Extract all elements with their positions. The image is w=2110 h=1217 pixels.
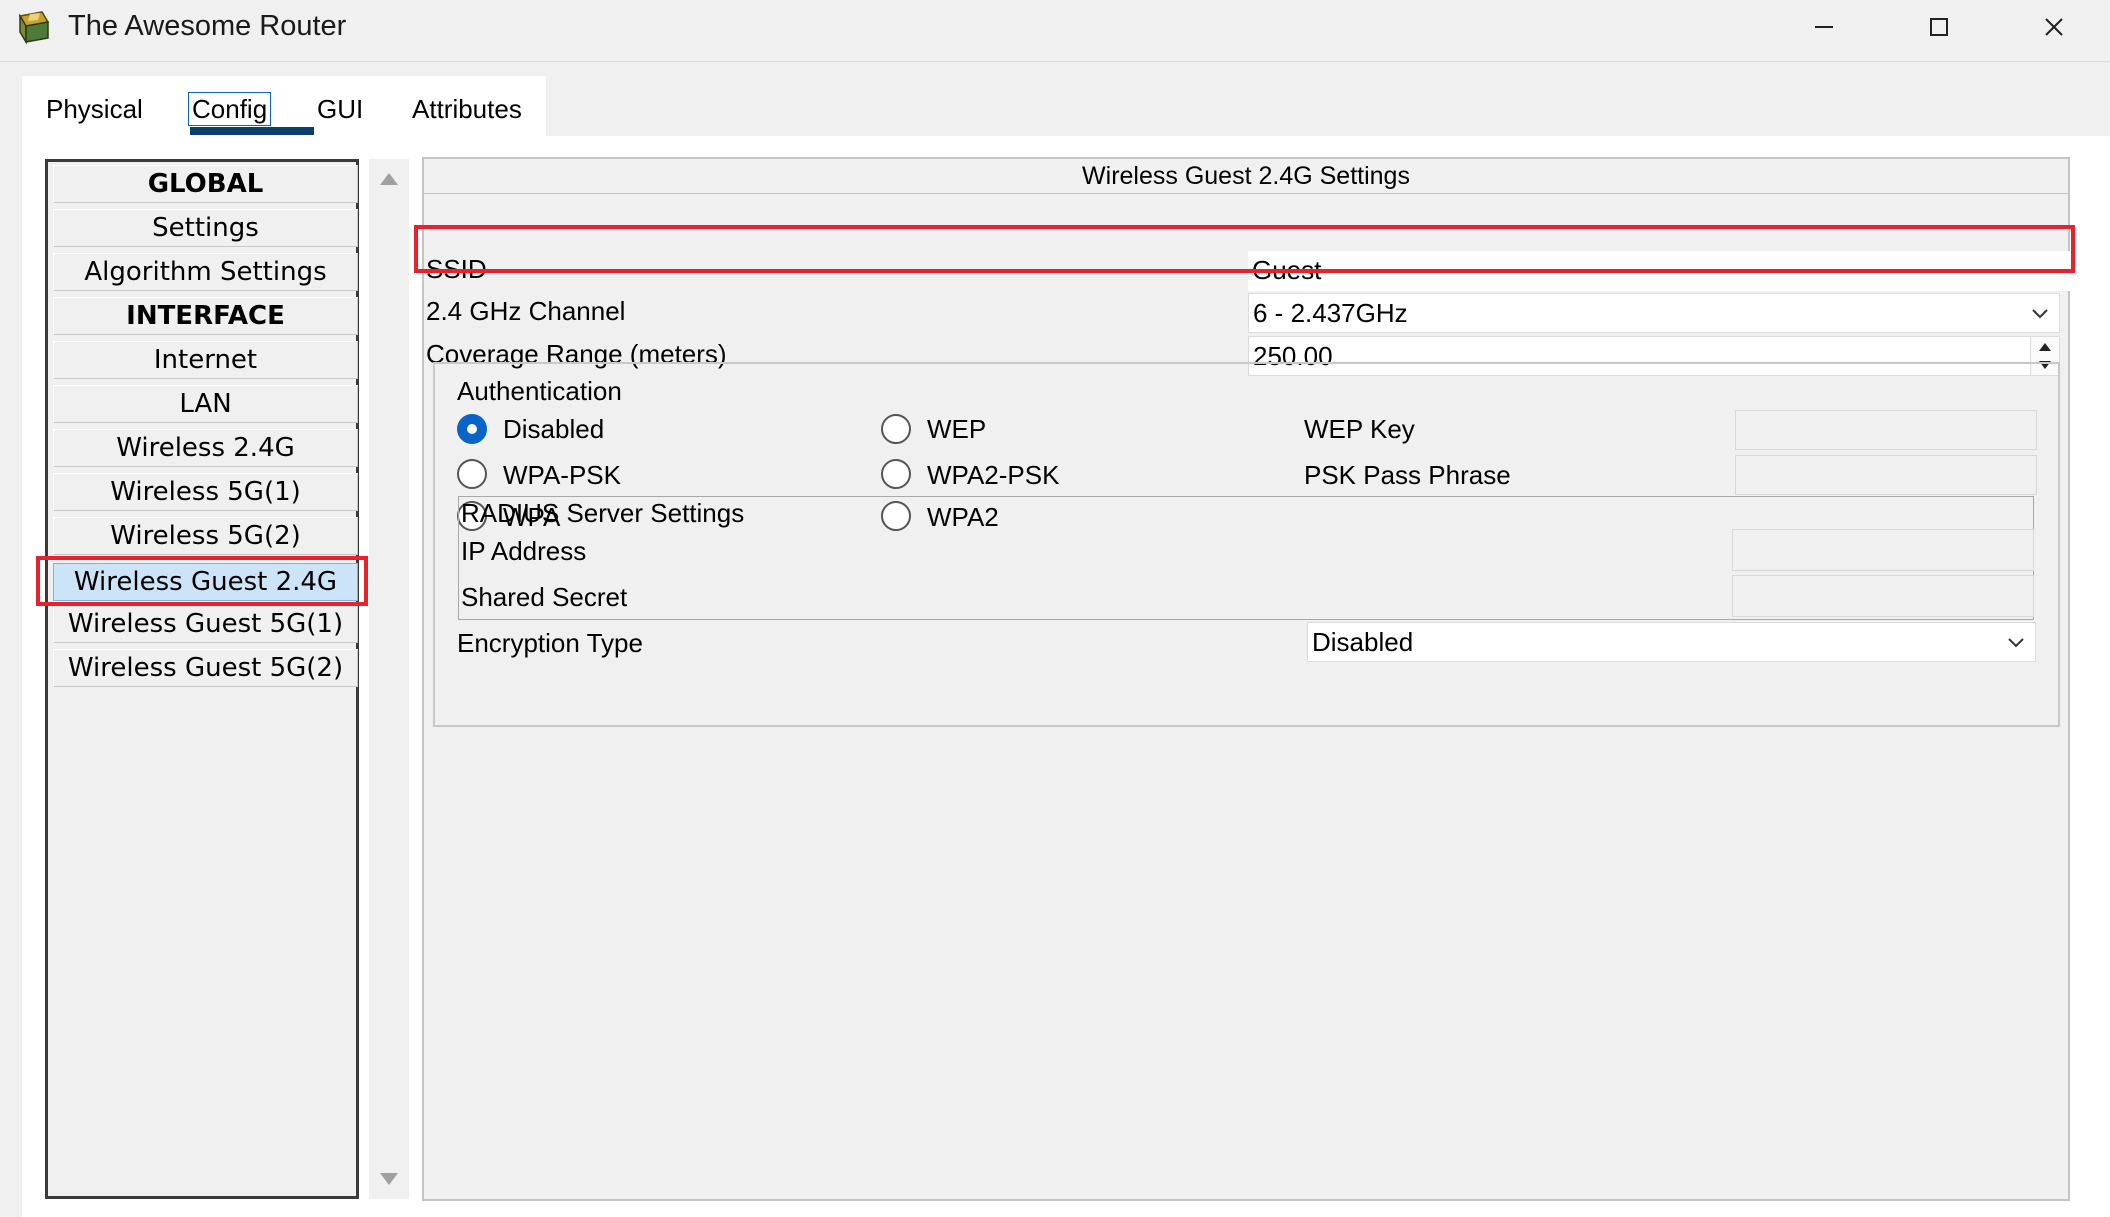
encryption-type-label: Encryption Type: [457, 628, 643, 658]
tab-strip: Physical Config GUI Attributes: [22, 76, 546, 136]
shared-secret-label: Shared Secret: [461, 582, 628, 612]
list-item-settings[interactable]: Settings: [53, 209, 358, 247]
list-item-wireless-guest-5g-1[interactable]: Wireless Guest 5G(1): [53, 605, 358, 643]
active-tab-indicator: [190, 127, 314, 135]
window-title: The Awesome Router: [68, 10, 347, 42]
ip-address-input[interactable]: [1732, 529, 2034, 571]
list-header-interface: INTERFACE: [53, 297, 358, 335]
radio-wep[interactable]: [881, 414, 911, 444]
encryption-type-select[interactable]: Disabled: [1307, 622, 2036, 662]
radio-disabled[interactable]: [457, 414, 487, 444]
tab-config-label: Config: [187, 92, 272, 126]
channel-label: 2.4 GHz Channel: [426, 296, 626, 326]
ssid-label: SSID: [426, 254, 487, 284]
tab-attributes-label: Attributes: [412, 94, 522, 124]
close-icon: [2044, 18, 2063, 36]
radio-wpa2-psk-label: WPA2-PSK: [927, 460, 1060, 490]
wep-key-input[interactable]: [1735, 410, 2037, 450]
ssid-input[interactable]: Guest: [1248, 251, 2070, 291]
tab-gui[interactable]: GUI: [317, 94, 363, 125]
radio-disabled-label: Disabled: [503, 414, 605, 444]
minimize-icon: [1814, 26, 1833, 28]
router-app-icon: [18, 11, 50, 45]
list-item-wireless-guest-5g-2[interactable]: Wireless Guest 5G(2): [53, 649, 358, 687]
list-item-internet[interactable]: Internet: [53, 341, 358, 379]
list-item-algorithm-settings[interactable]: Algorithm Settings: [53, 253, 358, 291]
scroll-up-icon[interactable]: [380, 173, 398, 185]
authentication-group: Authentication Disabled WEP WEP Key WPA-…: [433, 362, 2060, 727]
panel-title: Wireless Guest 2.4G Settings: [424, 159, 2068, 194]
radio-wpa2-psk[interactable]: [881, 459, 911, 489]
list-item-wireless-guest-2-4g[interactable]: Wireless Guest 2.4G: [53, 563, 358, 601]
list-header-global: GLOBAL: [53, 165, 358, 203]
interface-list: GLOBAL Settings Algorithm Settings INTER…: [45, 159, 359, 1199]
list-scrollbar[interactable]: [369, 159, 409, 1199]
radius-heading: RADIUS Server Settings: [461, 498, 745, 528]
list-item-wireless-5g-1[interactable]: Wireless 5G(1): [53, 473, 358, 511]
ip-address-label: IP Address: [461, 536, 587, 566]
maximize-icon: [1929, 18, 1948, 36]
wep-key-label: WEP Key: [1304, 414, 1415, 444]
radius-server-group: RADIUS Server Settings IP Address Shared…: [458, 496, 2034, 620]
shared-secret-input[interactable]: [1732, 575, 2034, 617]
tab-physical[interactable]: Physical: [46, 94, 143, 125]
radio-wpa-psk[interactable]: [457, 459, 487, 489]
tab-physical-label: Physical: [46, 94, 143, 124]
tab-config[interactable]: Config: [187, 92, 272, 126]
chevron-down-icon: [2008, 638, 2024, 648]
close-button[interactable]: [1996, 0, 2110, 54]
encryption-type-value: Disabled: [1312, 627, 1414, 657]
authentication-heading: Authentication: [457, 376, 622, 406]
config-page: GLOBAL Settings Algorithm Settings INTER…: [22, 136, 2110, 1217]
channel-select[interactable]: 6 - 2.437GHz: [1248, 293, 2060, 333]
radio-wep-label: WEP: [927, 414, 987, 444]
list-item-lan[interactable]: LAN: [53, 385, 358, 423]
tab-attributes[interactable]: Attributes: [412, 94, 522, 125]
scroll-down-icon[interactable]: [380, 1173, 398, 1185]
tab-gui-label: GUI: [317, 94, 364, 124]
psk-pass-phrase-input[interactable]: [1735, 455, 2037, 495]
list-item-wireless-2-4g[interactable]: Wireless 2.4G: [53, 429, 358, 467]
title-bar: The Awesome Router: [0, 0, 2110, 62]
maximize-button[interactable]: [1881, 0, 1996, 54]
list-item-wireless-5g-2[interactable]: Wireless 5G(2): [53, 517, 358, 555]
chevron-down-icon: [2032, 309, 2048, 319]
channel-value: 6 - 2.437GHz: [1253, 298, 1408, 328]
radio-wpa-psk-label: WPA-PSK: [503, 460, 621, 490]
minimize-button[interactable]: [1766, 0, 1881, 54]
settings-panel: Wireless Guest 2.4G Settings SSID Guest …: [422, 157, 2070, 1201]
psk-pass-phrase-label: PSK Pass Phrase: [1304, 460, 1511, 490]
